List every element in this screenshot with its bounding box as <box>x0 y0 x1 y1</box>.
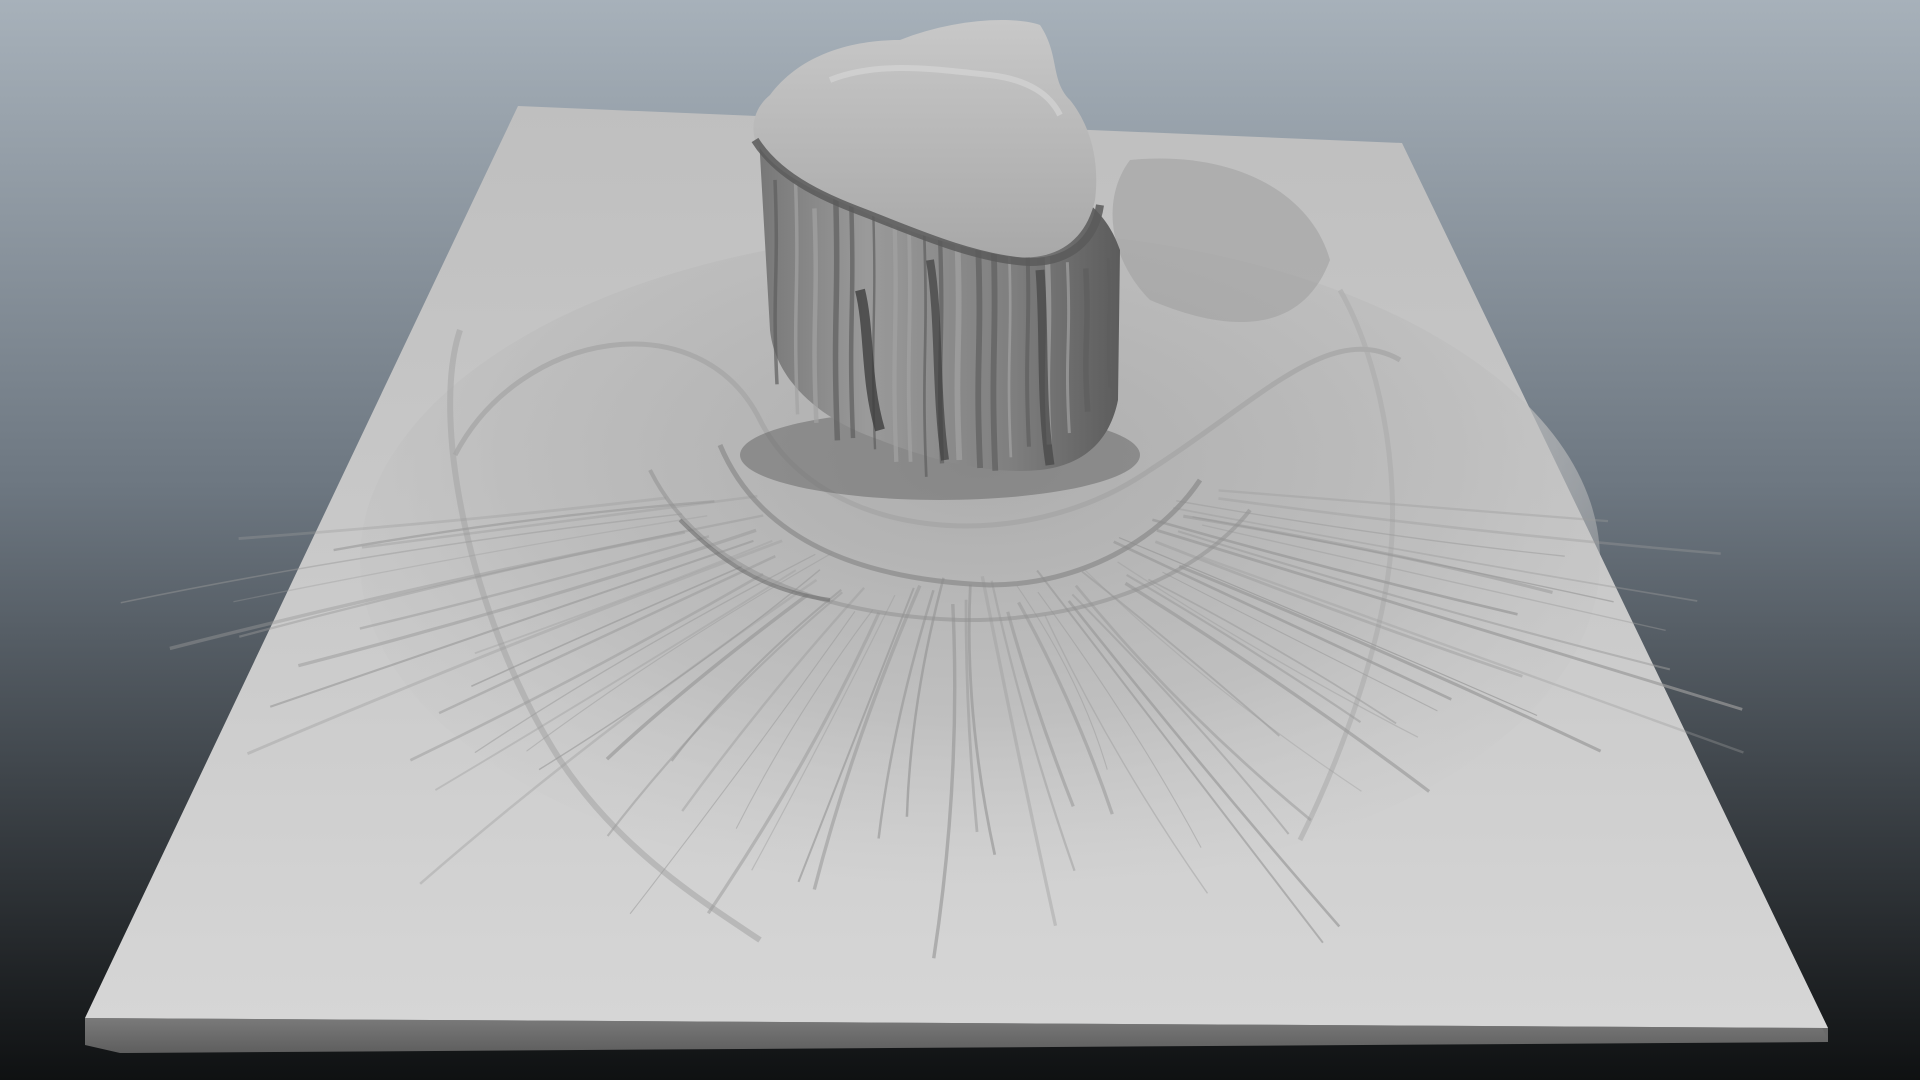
rock-column <box>954 238 963 461</box>
rock-column <box>812 208 819 423</box>
rock-column <box>922 235 928 477</box>
rock-column <box>793 182 800 415</box>
rock-column <box>1007 243 1013 458</box>
3d-viewport[interactable] <box>0 0 1920 1080</box>
rock-column <box>906 214 913 462</box>
viewport-canvas[interactable] <box>0 0 1920 1080</box>
rock-column <box>848 195 856 439</box>
rock-column <box>773 179 779 385</box>
rock-column <box>832 185 841 441</box>
rock-column <box>892 214 899 462</box>
rock-column <box>1106 258 1112 388</box>
rock-column <box>1065 262 1071 434</box>
rock-column <box>975 244 984 469</box>
rock-column <box>990 231 999 471</box>
rock-column <box>1082 268 1091 412</box>
